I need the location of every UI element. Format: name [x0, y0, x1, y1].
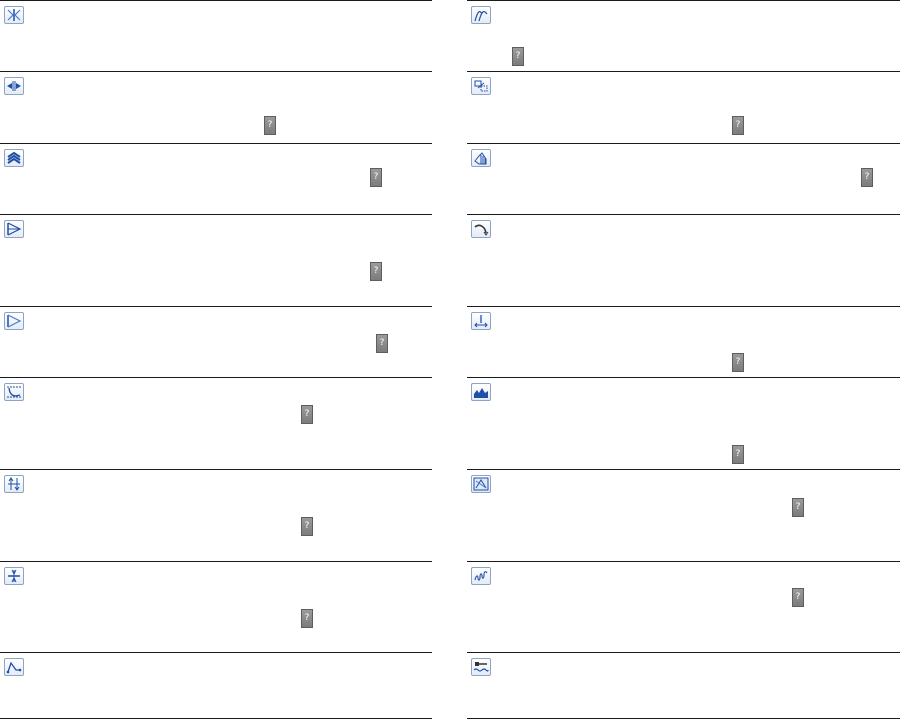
- help-button[interactable]: ?: [370, 262, 382, 281]
- tool-row-7: ?: [467, 469, 900, 561]
- wave-gauge-icon[interactable]: [471, 658, 491, 676]
- help-button[interactable]: ?: [301, 405, 313, 424]
- tool-row-3: ?: [467, 143, 900, 214]
- help-button[interactable]: ?: [861, 168, 873, 187]
- triangle-cross-icon[interactable]: [4, 220, 24, 238]
- double-curve-icon[interactable]: [471, 6, 491, 24]
- tool-row-7: ?: [0, 469, 432, 561]
- tool-row-1: [0, 0, 432, 71]
- tool-row-4: [467, 214, 900, 306]
- help-button[interactable]: ?: [264, 116, 276, 135]
- tool-row-5: ?: [0, 306, 432, 377]
- tool-row-8: ?: [0, 561, 432, 652]
- help-button[interactable]: ?: [792, 588, 804, 607]
- layered-chevrons-icon[interactable]: [4, 149, 24, 167]
- mirror-symmetry-icon[interactable]: [4, 6, 24, 24]
- horizontal-spread-icon[interactable]: [4, 77, 24, 95]
- tool-row-5: ?: [467, 306, 900, 377]
- expand-point-icon[interactable]: [471, 312, 491, 330]
- help-button[interactable]: ?: [301, 609, 313, 628]
- vertical-arrows-icon[interactable]: [4, 475, 24, 493]
- tool-row-4: ?: [0, 214, 432, 306]
- help-button[interactable]: ?: [512, 47, 524, 66]
- help-button[interactable]: ?: [732, 445, 744, 464]
- hook-tool-icon[interactable]: [471, 220, 491, 238]
- tool-row-9: [467, 652, 900, 719]
- tool-row-3: ?: [0, 143, 432, 214]
- peak-path-icon[interactable]: [4, 658, 24, 676]
- help-button[interactable]: ?: [792, 498, 804, 517]
- tool-row-2: ?: [0, 71, 432, 143]
- tool-row-1: ?: [467, 0, 900, 71]
- help-button[interactable]: ?: [376, 334, 388, 353]
- help-button[interactable]: ?: [370, 168, 382, 187]
- help-button[interactable]: ?: [732, 116, 744, 135]
- tool-row-8: ?: [467, 561, 900, 652]
- help-button[interactable]: ?: [301, 517, 313, 536]
- curve-fit-icon[interactable]: [4, 383, 24, 401]
- tool-row-2: ?: [467, 71, 900, 143]
- tool-row-6: ?: [0, 377, 432, 469]
- tool-row-6: ?: [467, 377, 900, 469]
- tool-row-9: [0, 652, 432, 719]
- hatched-shape-icon[interactable]: [471, 149, 491, 167]
- mountain-fill-icon[interactable]: [471, 383, 491, 401]
- compress-arrows-icon[interactable]: [4, 567, 24, 585]
- framed-diagram-icon[interactable]: [471, 475, 491, 493]
- coil-spring-icon[interactable]: [471, 567, 491, 585]
- help-button[interactable]: ?: [732, 353, 744, 372]
- scale-box-icon[interactable]: [471, 77, 491, 95]
- triangle-frame-icon[interactable]: [4, 312, 24, 330]
